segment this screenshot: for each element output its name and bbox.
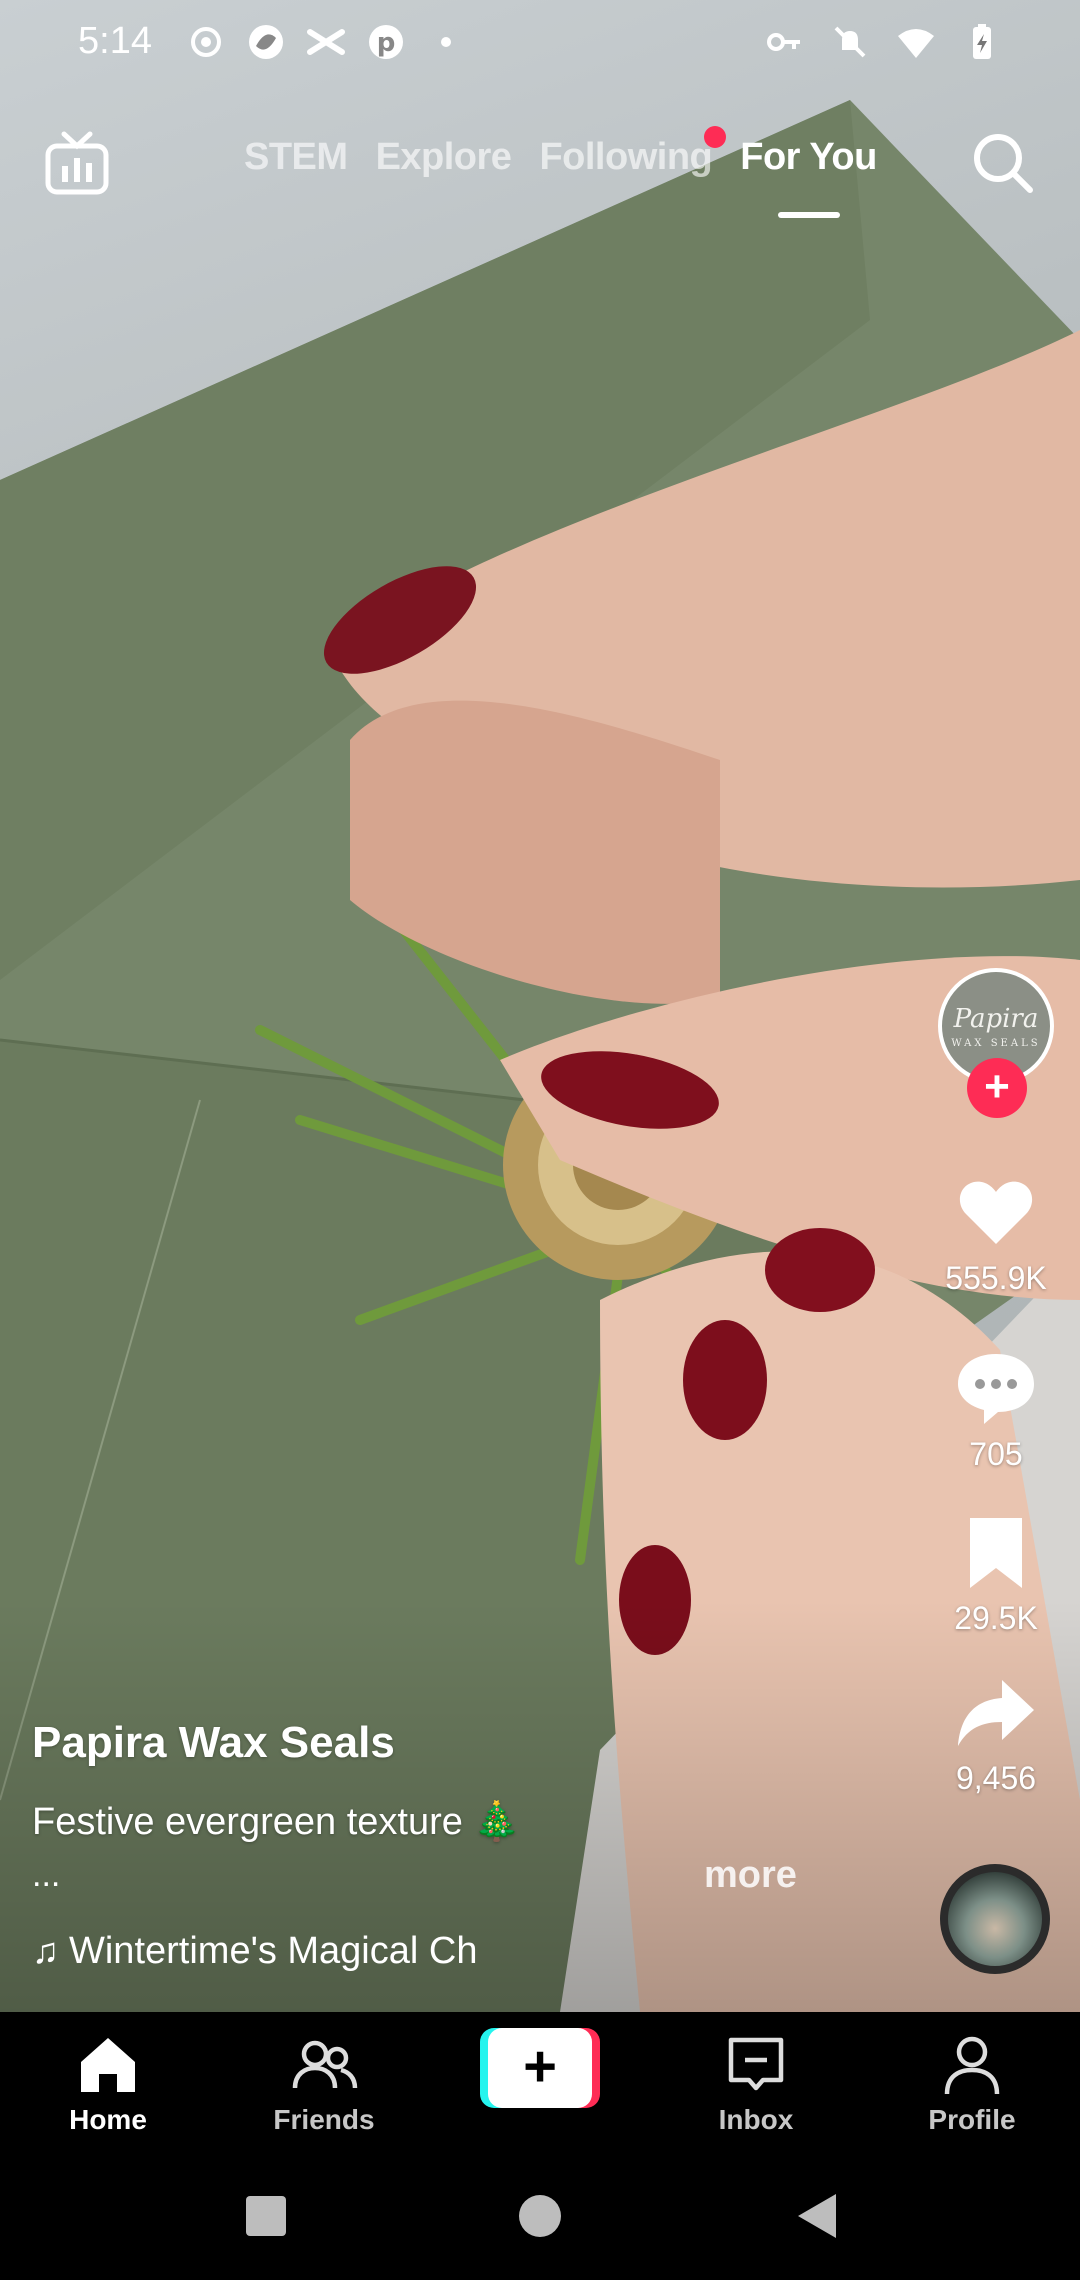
save-group[interactable]: 29.5K [936,1510,1056,1637]
tab-stem[interactable]: STEM [244,136,348,179]
creator-name[interactable]: Papira Wax Seals [32,1718,395,1768]
home-circle-icon[interactable] [514,2190,566,2242]
capcut-icon [307,29,345,55]
follow-button[interactable]: + [967,1058,1027,1118]
record-icon [191,27,221,57]
key-icon [767,33,800,51]
system-nav-bar [0,2152,1080,2280]
app-icon [249,25,283,59]
status-left-icons: p [186,22,466,62]
share-icon[interactable] [954,1670,1038,1754]
bookmark-icon[interactable] [954,1510,1038,1594]
nail [765,1228,875,1312]
back-icon[interactable] [792,2190,844,2242]
nav-inbox[interactable]: Inbox [666,2030,846,2136]
status-right-icons [764,22,1002,62]
video-frame[interactable] [0,0,1080,2012]
sound-title: Wintertime's Magical Ch [69,1929,478,1972]
status-time: 5:14 [78,20,152,62]
comment-icon[interactable] [954,1346,1038,1430]
plus-icon: + [488,2028,592,2108]
nav-friends[interactable]: Friends [234,2030,414,2136]
avatar-logo-text: Papira [953,1003,1039,1034]
caption-ellipsis: ... [32,1856,61,1894]
tab-following-label: Following [539,136,713,178]
tab-following[interactable]: Following [539,126,727,179]
friends-icon [292,2040,358,2089]
status-bar: 5:14 p [0,0,1080,86]
search-icon[interactable] [970,130,1036,196]
like-count: 555.9K [945,1260,1047,1296]
like-group[interactable]: 555.9K [936,1170,1056,1297]
notification-dot [704,126,727,148]
tab-explore[interactable]: Explore [376,136,512,179]
nav-friends-label: Friends [273,2104,375,2135]
pinterest-icon: p [369,25,403,59]
profile-icon [944,2036,1000,2095]
nav-home[interactable]: Home [18,2030,198,2136]
heart-icon[interactable] [954,1170,1038,1254]
music-note-icon: ♫ [32,1930,59,1971]
music-disc[interactable] [940,1864,1050,1974]
avatar-logo-subtext: WAX SEALS [951,1037,1041,1049]
comment-count: 705 [969,1436,1023,1472]
recents-icon[interactable] [240,2190,292,2242]
svg-text:p: p [377,28,396,58]
comment-group[interactable]: 705 [936,1346,1056,1473]
home-icon [81,2038,135,2092]
dot-icon [441,37,451,47]
mute-icon [834,26,866,58]
video-scene [0,100,1080,2012]
tv-icon[interactable] [44,130,110,196]
post-caption[interactable]: Festive evergreen texture 🎄 [32,1800,521,1844]
nav-home-label: Home [69,2104,147,2135]
wifi-icon [898,29,934,58]
inbox-icon [728,2037,784,2091]
top-tabs: STEM Explore Following For You [244,126,877,179]
nav-profile-label: Profile [928,2104,1016,2135]
nail [683,1320,767,1440]
battery-icon [973,24,991,59]
save-count: 29.5K [954,1600,1038,1636]
nav-inbox-label: Inbox [718,2104,794,2135]
tab-for-you[interactable]: For You [740,136,877,179]
create-button[interactable]: + [480,2028,600,2108]
nav-profile[interactable]: Profile [882,2030,1062,2136]
share-count: 9,456 [955,1760,1037,1796]
more-button[interactable]: more [704,1854,797,1897]
share-group[interactable]: 9,456 [936,1670,1056,1797]
sound-link[interactable]: ♫ Wintertime's Magical Ch [32,1926,532,1976]
